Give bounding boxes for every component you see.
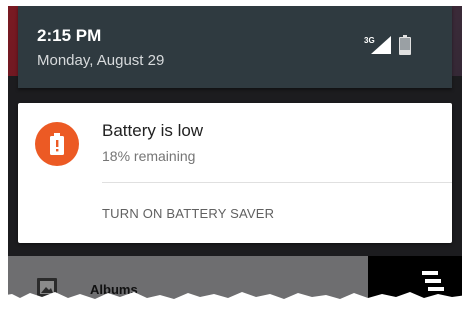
turn-on-battery-saver-button[interactable]: TURN ON BATTERY SAVER — [102, 206, 274, 221]
torn-edge-decoration — [0, 292, 467, 309]
battery-status-icon — [399, 35, 411, 55]
battery-alert-icon — [35, 122, 79, 166]
signal-icon — [371, 36, 391, 54]
battery-low-notification[interactable]: Battery is low 18% remaining TURN ON BAT… — [18, 103, 452, 243]
notification-divider — [102, 182, 452, 183]
phone-screen: 2:15 PM Monday, August 29 3G Battery is … — [8, 6, 462, 302]
notification-shade-header: 2:15 PM Monday, August 29 3G — [18, 6, 452, 88]
notification-title: Battery is low — [102, 121, 204, 140]
notification-subtitle: 18% remaining — [102, 148, 196, 164]
clock-time: 2:15 PM — [37, 26, 102, 45]
date-label: Monday, August 29 — [37, 52, 165, 69]
